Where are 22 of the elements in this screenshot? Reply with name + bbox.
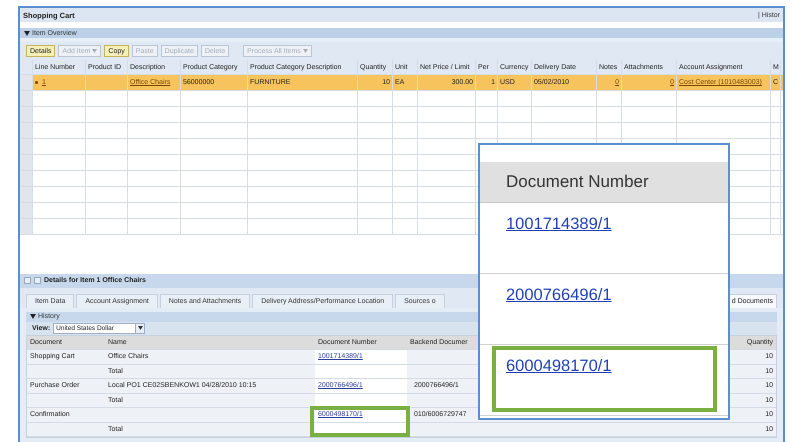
caret-icon [92,49,98,53]
next-button[interactable] [34,277,41,284]
row-selector[interactable] [20,171,33,186]
caret-icon [302,49,308,53]
row-selector[interactable] [20,107,33,122]
row-selector[interactable] [20,91,33,106]
row-selector[interactable] [20,139,33,154]
column-header: Document Number [506,172,649,192]
row-selector[interactable] [20,123,33,138]
row-selector[interactable] [20,187,33,202]
row-selector[interactable] [20,75,33,90]
row-selector[interactable] [20,155,33,170]
document-link[interactable]: 6000498170/1 [506,356,612,376]
collapse-triangle-icon[interactable] [24,30,30,36]
bullet-icon [35,81,38,84]
previous-button[interactable] [24,277,31,284]
row-selector[interactable] [20,203,33,218]
caret-icon [138,326,143,330]
collapse-triangle-icon[interactable] [30,314,36,319]
document-link[interactable]: 1001714389/1 [506,214,612,234]
row-selector[interactable] [20,219,33,234]
document-link[interactable]: 2000766496/1 [506,286,612,304]
